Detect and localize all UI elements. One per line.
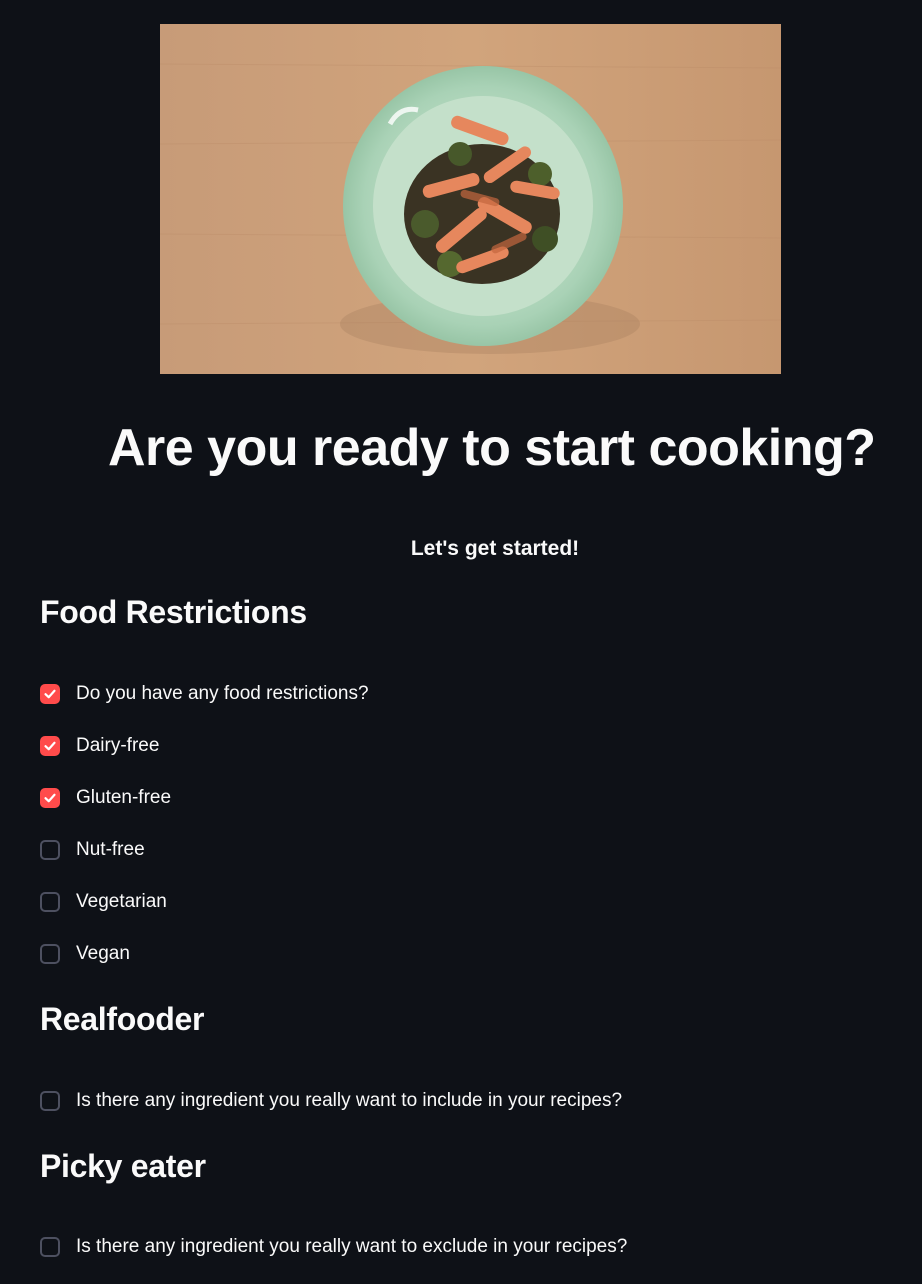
page-subtitle: Let's get started! [410,537,580,560]
checkbox-box[interactable] [40,840,60,860]
app-page: Are you ready to start cooking? Let's ge… [0,0,922,1284]
checkbox-label: Vegetarian [76,891,167,912]
checkbox-label: Dairy-free [76,735,160,756]
checkbox-box[interactable] [40,684,60,704]
realfooder-heading: Realfooder [40,1001,205,1037]
checkbox-food-restrictions[interactable]: Do you have any food restrictions? [40,683,369,705]
checkbox-box[interactable] [40,892,60,912]
food-plate-illustration [160,24,781,374]
check-icon [44,793,56,803]
checkbox-box[interactable] [40,788,60,808]
checkbox-label: Do you have any food restrictions? [76,683,369,704]
checkbox-exclude-ingredient[interactable]: Is there any ingredient you really want … [40,1236,627,1258]
checkbox-vegetarian[interactable]: Vegetarian [40,891,167,913]
hero-image [160,24,781,374]
checkbox-label: Is there any ingredient you really want … [76,1236,628,1257]
check-icon [44,741,56,751]
checkbox-label: Gluten-free [76,787,172,808]
food-restrictions-heading: Food Restrictions [40,594,307,630]
checkbox-include-ingredient[interactable]: Is there any ingredient you really want … [40,1090,622,1112]
page-title: Are you ready to start cooking? [108,419,876,477]
checkbox-box[interactable] [40,1091,60,1111]
picky-eater-heading: Picky eater [40,1148,206,1184]
checkbox-vegan[interactable]: Vegan [40,943,130,965]
checkbox-box[interactable] [40,944,60,964]
checkbox-gluten-free[interactable]: Gluten-free [40,787,171,809]
checkbox-box[interactable] [40,736,60,756]
check-icon [44,689,56,699]
checkbox-label: Is there any ingredient you really want … [76,1090,623,1111]
checkbox-box[interactable] [40,1237,60,1257]
checkbox-dairy-free[interactable]: Dairy-free [40,735,159,757]
checkbox-nut-free[interactable]: Nut-free [40,839,145,861]
checkbox-label: Vegan [76,943,130,964]
checkbox-label: Nut-free [76,839,145,860]
